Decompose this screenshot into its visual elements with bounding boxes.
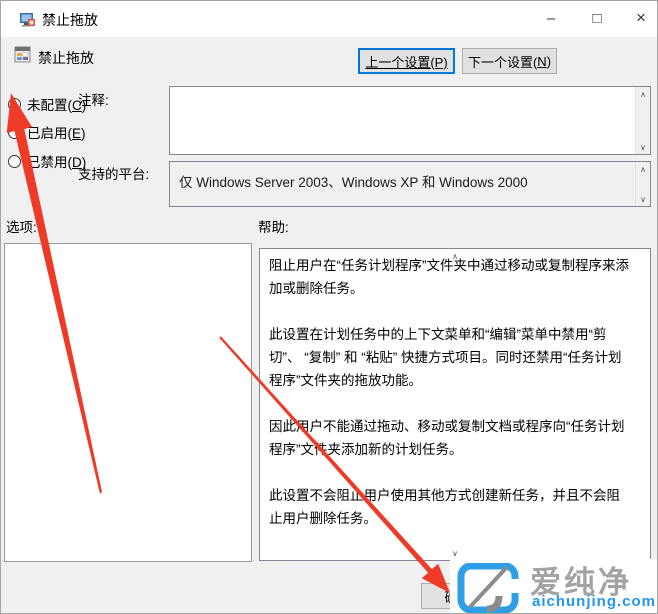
options-label: 选项: — [6, 216, 37, 236]
title-bar: 禁止拖放 – □ × — [1, 1, 657, 37]
comment-textbox[interactable]: ∧ ∨ — [169, 86, 651, 155]
scroll-up-icon[interactable]: ∧ — [636, 162, 650, 176]
previous-setting-label: 上一个设置(P) — [365, 52, 447, 71]
scroll-up-icon[interactable]: ∧ — [636, 87, 650, 101]
minimize-button[interactable]: – — [531, 1, 571, 35]
radio-not-configured-circle[interactable] — [8, 98, 21, 111]
previous-setting-button[interactable]: 上一个设置(P) — [358, 48, 455, 74]
watermark-logo-icon — [457, 563, 521, 613]
help-label: 帮助: — [258, 216, 289, 236]
comment-scrollbar[interactable]: ∧ ∨ — [635, 87, 650, 154]
scroll-down-icon[interactable]: ∨ — [636, 140, 650, 154]
help-paragraph: 此设置在计划任务中的上下文菜单和“编辑”菜单中禁用“剪切”、 “复制” 和 “粘… — [269, 323, 630, 392]
options-panel — [4, 243, 252, 562]
scroll-down-icon[interactable]: ∨ — [636, 192, 650, 206]
policy-name-label: 禁止拖放 — [38, 48, 94, 68]
comment-label: 注释: — [78, 89, 109, 109]
supported-on-label: 支持的平台: — [78, 163, 149, 183]
supported-on-value: 仅 Windows Server 2003、Windows XP 和 Windo… — [179, 171, 630, 191]
maximize-button[interactable]: □ — [577, 1, 617, 35]
help-text: 阻止用户在“任务计划程序”文件夹中通过移动或复制程序来添加或删除任务。 此设置在… — [269, 254, 630, 556]
close-button[interactable]: × — [621, 1, 658, 35]
supported-scrollbar[interactable]: ∧ ∨ — [635, 162, 650, 206]
help-paragraph: 因此用户不能通过拖动、移动或复制文档或程序向“任务计划程序”文件夹添加新的计划任… — [269, 415, 630, 461]
radio-disabled-circle[interactable] — [8, 155, 21, 168]
watermark-domain: aichunjing.com — [532, 593, 656, 610]
watermark: 爱纯净 aichunjing.com — [450, 559, 658, 614]
radio-enabled-circle[interactable] — [8, 126, 21, 139]
help-panel: 阻止用户在“任务计划程序”文件夹中通过移动或复制程序来添加或删除任务。 此设置在… — [259, 248, 651, 561]
window-policy-icon — [19, 11, 36, 28]
radio-not-configured[interactable]: 未配置(C) — [8, 94, 86, 114]
radio-disabled[interactable]: 已禁用(D) — [8, 151, 86, 171]
next-setting-label: 下一个设置( — [468, 52, 537, 71]
group-policy-setting-window: 禁止拖放 – □ × 禁止拖放 上一个设置(P) 下一个设置(N) 未配置(C)… — [0, 0, 658, 614]
supported-on-box: 仅 Windows Server 2003、Windows XP 和 Windo… — [169, 161, 651, 207]
next-setting-button[interactable]: 下一个设置(N) — [462, 48, 557, 74]
help-paragraph: 此设置不会阻止用户使用其他方式创建新任务，并且不会阻止用户删除任务。 — [269, 484, 630, 530]
scroll-up-icon[interactable]: ∧ — [260, 249, 650, 263]
policy-setting-icon — [14, 46, 31, 63]
window-title: 禁止拖放 — [42, 10, 98, 30]
radio-enabled[interactable]: 已启用(E) — [8, 122, 86, 142]
